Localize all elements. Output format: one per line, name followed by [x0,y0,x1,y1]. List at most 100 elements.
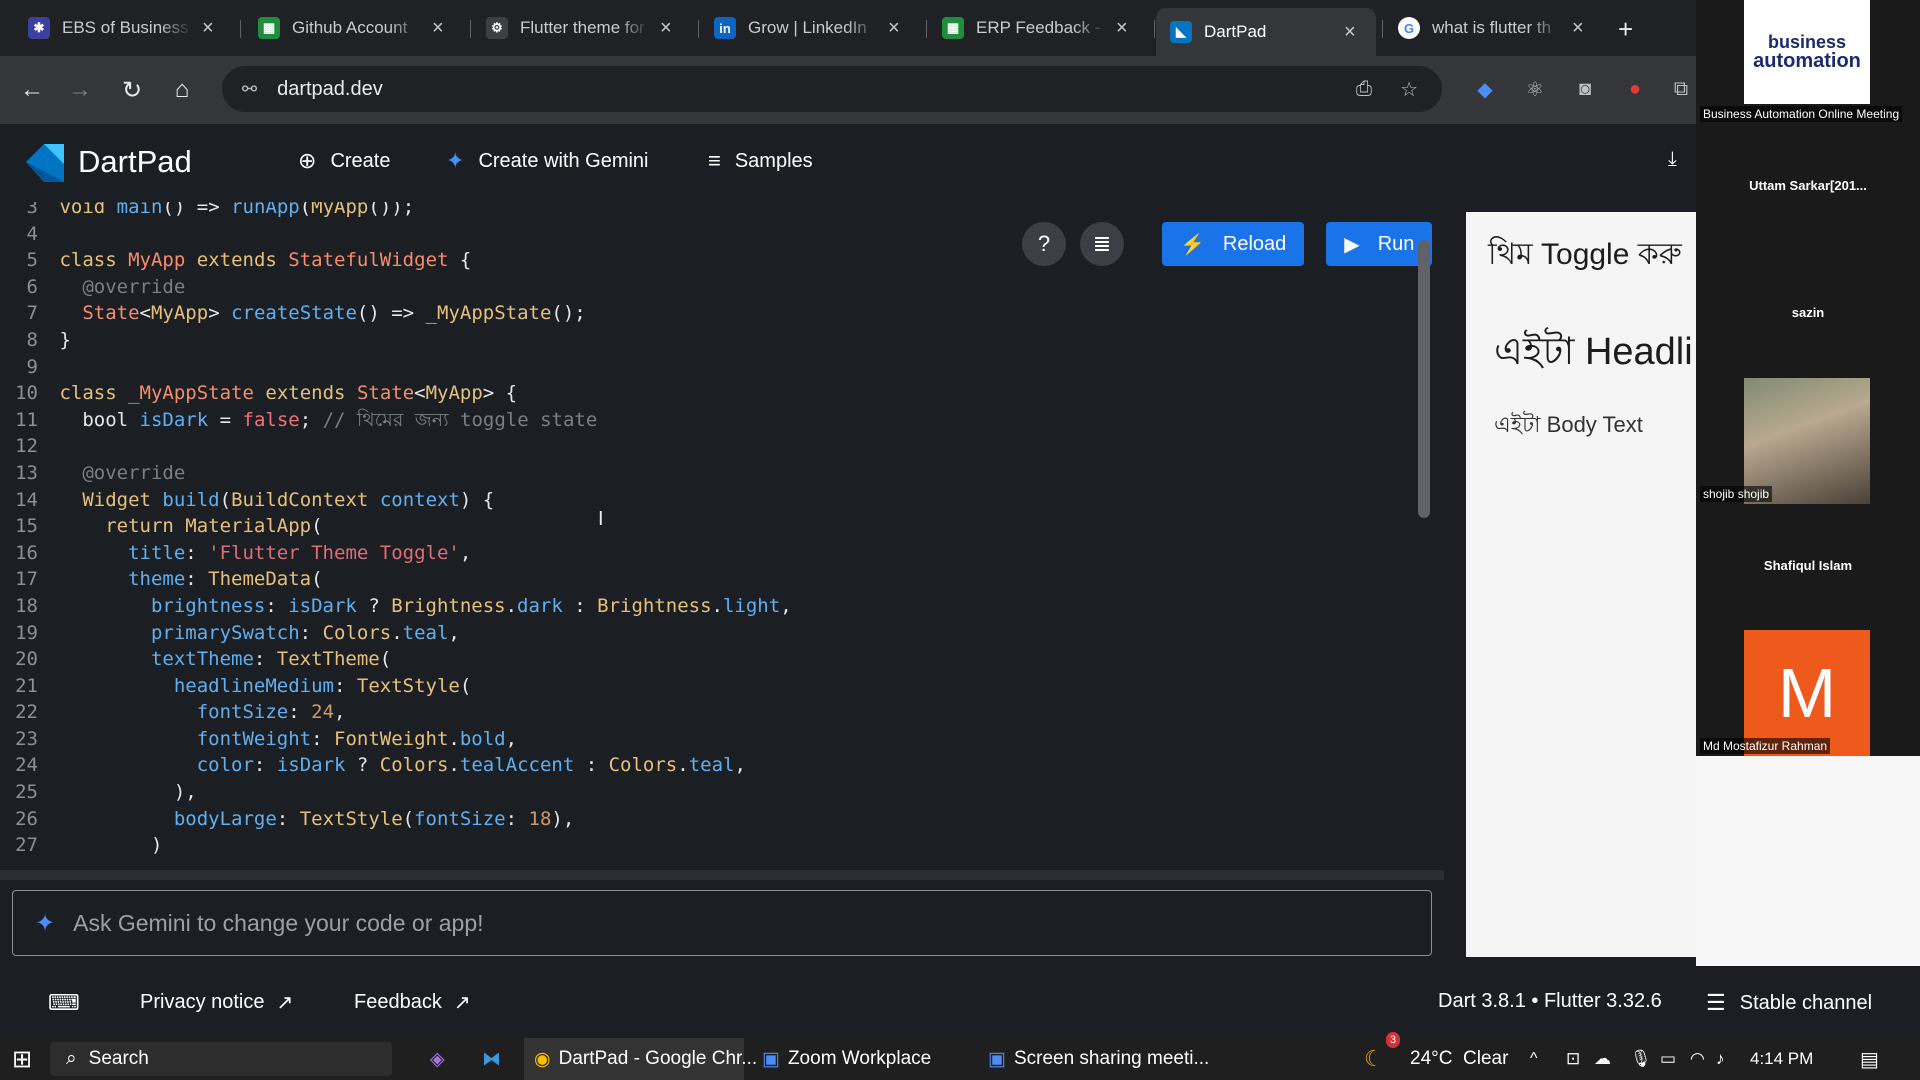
browser-tab[interactable]: ◣ DartPad × [1156,8,1376,56]
code-line[interactable]: 26 bodyLarge: TextStyle(fontSize: 18), [0,806,792,833]
code-line[interactable]: 15 return MaterialApp( [0,513,792,540]
line-number: 3 [26,202,38,218]
code-editor[interactable]: 3 void main() => runApp(MyApp()); 4 5 cla… [0,202,1444,870]
forward-icon[interactable]: → [60,70,100,110]
code-line[interactable]: 20 textTheme: TextTheme( [0,646,792,673]
close-tab-icon[interactable]: × [1344,21,1356,44]
microphone-icon[interactable]: 🎙 [1630,1038,1652,1080]
code-line[interactable]: 6 @override [0,274,792,301]
tab-separator [240,20,241,38]
extension-camera-icon[interactable]: ◙ [1570,74,1600,104]
back-icon[interactable]: ← [12,70,52,110]
tray-chevron-icon[interactable]: ^ [1530,1038,1538,1080]
feedback-link[interactable]: Feedback ↗ [354,990,471,1015]
code-line[interactable]: 23 fontWeight: FontWeight.bold, [0,726,792,753]
new-tab-icon[interactable]: + [1618,14,1633,45]
browser-tab[interactable]: ▦ Github Account × [244,8,464,48]
close-tab-icon[interactable]: × [660,17,672,40]
taskbar-screen-share[interactable]: ▣ Screen sharing meeti... [984,1038,1209,1080]
tray-cloud-icon[interactable]: ☁ [1594,1038,1611,1080]
code-line[interactable]: 7 State<MyApp> createState() => _MyAppSt… [0,300,792,327]
code-line[interactable]: 14 Widget build(BuildContext context) { [0,487,792,514]
close-tab-icon[interactable]: × [1572,17,1584,40]
site-info-icon[interactable]: ⚯ [242,79,257,100]
editor-scrollbar[interactable] [1418,240,1430,518]
browser-tab[interactable]: in Grow | LinkedIn × [700,8,920,48]
channel-label: Stable channel [1739,991,1873,1014]
home-icon[interactable]: ⌂ [162,70,202,110]
app-preview[interactable]: থিম Toggle করু এইটা Headli এইটা Body Tex… [1466,212,1700,957]
preview-headline: এইটা Headli [1494,331,1693,373]
create-button[interactable]: ⊕ Create [298,148,390,174]
address-bar[interactable]: ⚯ dartpad.dev ⎙ ☆ [222,66,1442,112]
extension-record-icon[interactable]: ● [1620,74,1650,104]
close-tab-icon[interactable]: × [202,17,214,40]
run-button[interactable]: ▶ Run [1326,222,1433,266]
taskbar-search[interactable]: ⌕ Search [50,1042,392,1076]
code-line[interactable]: 3 void main() => runApp(MyApp()); [0,202,792,221]
browser-tab[interactable]: ✱ EBS of Business A × [14,8,234,48]
code-line[interactable]: 18 brightness: isDark ? Brightness.dark … [0,593,792,620]
code-line[interactable]: 17 theme: ThemeData( [0,566,792,593]
code-line[interactable]: 11 bool isDark = false; // থিমের জন্য to… [0,407,792,434]
code-text: fontSize: 24, [196,701,346,724]
close-tab-icon[interactable]: × [432,17,444,40]
create-with-gemini-button[interactable]: ✦ Create with Gemini [446,148,649,174]
battery-icon[interactable]: ▭ [1660,1038,1676,1080]
reload-button[interactable]: ⚡ Reload [1162,222,1305,266]
channel-selector[interactable]: ☰ Stable channel [1706,990,1872,1016]
code-line[interactable]: 19 primarySwatch: Colors.teal, [0,620,792,647]
install-app-icon[interactable]: ⎙ [1356,78,1372,101]
code-line[interactable]: 27 ) [0,832,792,859]
code-line[interactable]: 8 } [0,327,792,354]
taskbar-zoom[interactable]: ▣ Zoom Workplace [758,1038,966,1080]
samples-button[interactable]: ≡ Samples [708,148,813,174]
download-icon[interactable]: ⤓ [1668,148,1677,171]
code-text: Widget build(BuildContext context) { [82,488,495,511]
code-lines[interactable]: 3 void main() => runApp(MyApp()); 4 5 cla… [0,202,792,859]
search-icon: ⌕ [66,1048,77,1069]
code-line[interactable]: 24 color: isDark ? Colors.tealAccent : C… [0,752,792,779]
privacy-notice-link[interactable]: Privacy notice ↗ [140,990,293,1015]
browser-tab[interactable]: ⚙ Flutter theme for × [472,8,692,48]
copilot-icon[interactable]: ◈ [430,1038,445,1080]
code-line[interactable]: 13 @override [0,460,792,487]
panel-splitter[interactable] [0,870,1444,880]
line-number: 14 [15,488,38,511]
bookmark-star-icon[interactable]: ☆ [1400,77,1418,102]
browser-tab[interactable]: ▦ ERP Feedback - G × [928,8,1148,48]
vscode-icon[interactable]: ⧓ [482,1038,501,1080]
address-toolbar: ← → ↻ ⌂ ⚯ dartpad.dev ⎙ ☆ ◆ ⚛ ◙ ● ⧉ [0,56,1700,124]
code-line[interactable]: 5 class MyApp extends StatefulWidget { [0,247,792,274]
code-line[interactable]: 10 class _MyAppState extends State<MyApp… [0,380,792,407]
code-line[interactable]: 21 headlineMedium: TextStyle( [0,673,792,700]
weather-icon[interactable]: ☾ [1364,1038,1384,1080]
line-number: 4 [26,222,38,245]
gemini-prompt-input[interactable]: ✦ Ask Gemini to change your code or app! [12,890,1432,956]
tab-separator [1382,20,1383,38]
wifi-icon[interactable]: ◠ [1690,1038,1705,1080]
volume-icon[interactable]: ♪ [1716,1038,1725,1080]
format-code-icon[interactable]: ≣ [1080,222,1124,266]
code-line[interactable]: 16 title: 'Flutter Theme Toggle', [0,540,792,567]
code-line[interactable]: 22 fontSize: 24, [0,699,792,726]
clock[interactable]: 4:14 PM [1750,1038,1813,1080]
tray-meet-icon[interactable]: ⊡ [1566,1038,1580,1080]
extension-drop-icon[interactable]: ◆ [1470,74,1500,104]
keyboard-icon[interactable]: ⌨ [48,990,80,1016]
notification-icon[interactable]: ▤ [1860,1038,1879,1080]
taskbar-chrome[interactable]: ◉ DartPad - Google Chr... [524,1038,757,1080]
close-tab-icon[interactable]: × [1116,17,1128,40]
help-icon[interactable]: ? [1022,222,1066,266]
windows-start-icon[interactable]: ⊞ [12,1038,32,1080]
extensions-puzzle-icon[interactable]: ⧉ [1666,74,1696,104]
code-line[interactable]: 9 [0,354,792,381]
reload-page-icon[interactable]: ↻ [112,70,152,110]
extension-react-icon[interactable]: ⚛ [1520,74,1550,104]
code-line[interactable]: 4 [0,221,792,248]
code-line[interactable]: 25 ), [0,779,792,806]
close-tab-icon[interactable]: × [888,17,900,40]
weather-text[interactable]: 24°C Clear [1410,1038,1508,1080]
browser-tab[interactable]: Gwhat is flutter th × [1384,8,1604,48]
code-line[interactable]: 12 [0,433,792,460]
